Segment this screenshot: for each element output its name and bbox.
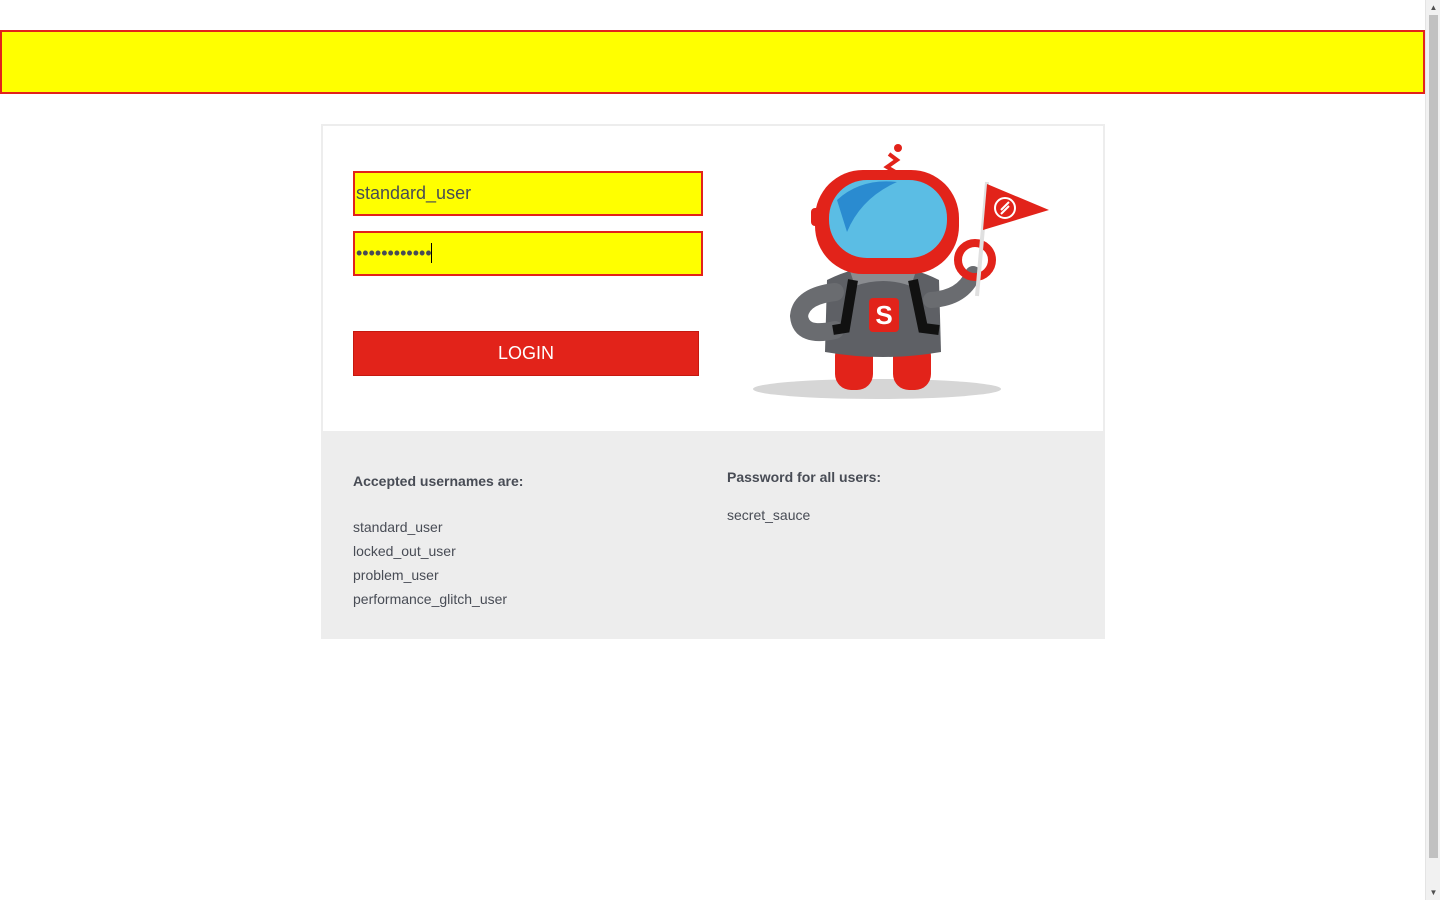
robot-mascot-with-flag-icon: S [753, 144, 1049, 399]
svg-text:S: S [875, 300, 892, 330]
username-input[interactable] [353, 171, 703, 216]
scroll-down-arrow-icon[interactable]: ▼ [1426, 885, 1440, 900]
password-info: Password for all users: secret_sauce [727, 469, 881, 527]
username-item: problem_user [353, 567, 439, 583]
password-heading: Password for all users: [727, 469, 882, 485]
vertical-scrollbar[interactable]: ▲ ▼ [1425, 0, 1440, 900]
login-button[interactable]: LOGIN [353, 331, 699, 376]
username-item: locked_out_user [353, 543, 456, 559]
header-banner [0, 30, 1425, 94]
credentials-panel: Accepted usernames are: standard_user lo… [323, 431, 1103, 637]
accepted-usernames: Accepted usernames are: standard_user lo… [353, 473, 523, 611]
page-viewport: LOGIN [0, 0, 1425, 900]
scroll-thumb[interactable] [1429, 15, 1438, 858]
usernames-heading: Accepted usernames are: [353, 473, 524, 489]
text-caret [431, 243, 432, 263]
password-value: secret_sauce [727, 507, 811, 523]
login-card: LOGIN [321, 124, 1105, 639]
password-input[interactable] [353, 231, 703, 276]
login-form: LOGIN [323, 126, 1103, 431]
username-item: standard_user [353, 519, 443, 535]
scroll-up-arrow-icon[interactable]: ▲ [1426, 0, 1440, 15]
username-item: performance_glitch_user [353, 591, 508, 607]
